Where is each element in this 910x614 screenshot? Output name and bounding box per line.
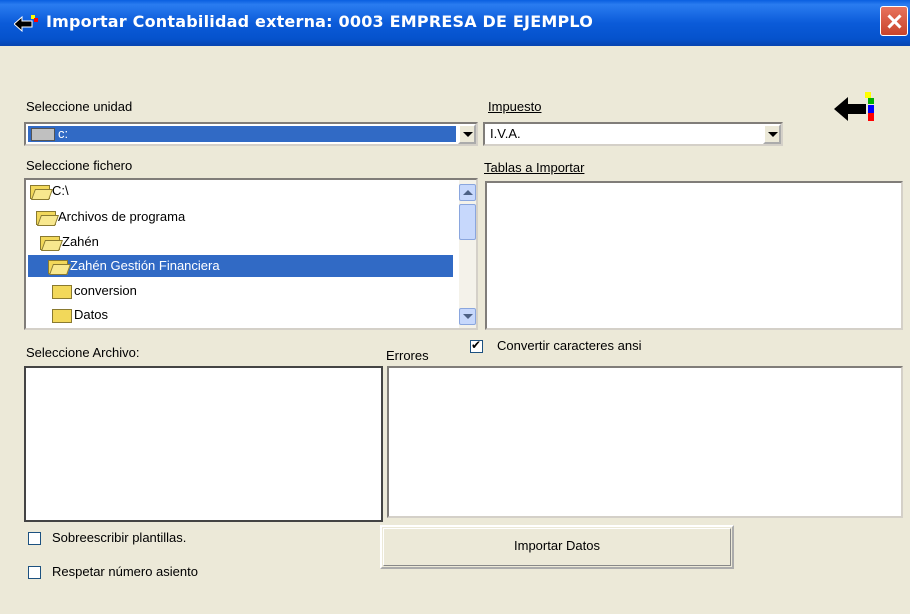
sobreescribir-checkbox[interactable] [28,532,41,545]
title-bar: Importar Contabilidad externa: 0003 EMPR… [0,0,910,46]
tree-item-zahen[interactable]: Zahén [40,231,99,253]
folder-open-icon [40,235,60,250]
unidad-dropdown-arrow[interactable] [458,124,476,144]
unidad-value: c: [58,126,69,141]
errores-textarea[interactable] [387,366,903,518]
tree-item-conversion[interactable]: conversion [52,280,137,302]
sobreescribir-label: Sobreescribir plantillas. [52,530,187,545]
tree-item-root[interactable]: C:\ [30,180,69,202]
folder-icon [52,308,72,323]
folder-open-icon [36,210,56,225]
unidad-selected: c: [28,126,456,142]
convertir-label: Convertir caracteres ansi [497,338,642,353]
tree-item-label: conversion [74,283,137,298]
tree-item-label: C:\ [52,183,69,198]
tree-item-zahen-gestion-selected[interactable]: Zahén Gestión Financiera [28,255,453,277]
tree-item-archivos[interactable]: Archivos de programa [36,206,185,228]
respetar-checkbox[interactable] [28,566,41,579]
impuesto-value: I.V.A. [490,126,521,141]
unidad-dropdown[interactable]: c: [24,122,478,146]
folder-icon [52,284,72,299]
folder-open-icon [48,259,68,274]
archivo-list[interactable] [24,366,383,522]
scroll-down-button[interactable] [459,308,476,325]
tree-item-label: Zahén Gestión Financiera [70,258,220,273]
unidad-label: Seleccione unidad [26,99,133,114]
scroll-up-button[interactable] [459,184,476,201]
importar-datos-button[interactable]: Importar Datos [380,525,734,569]
window-title: Importar Contabilidad externa: 0003 EMPR… [46,12,594,31]
tablas-label-text: Tablas a Importar [484,160,585,175]
impuesto-label: Impuesto [488,99,541,114]
scroll-thumb[interactable] [459,204,476,240]
fichero-scrollbar[interactable] [459,180,476,328]
tree-item-datos[interactable]: Datos [52,304,108,326]
folder-open-icon [30,184,50,199]
tree-item-label: Zahén [62,234,99,249]
errores-label: Errores [386,348,429,363]
import-arrow-icon [14,15,38,32]
convertir-checkbox[interactable] [470,338,483,353]
drive-icon [31,128,55,142]
tablas-label: Tablas a Importar [484,160,584,175]
impuesto-dropdown-arrow[interactable] [763,124,781,144]
impuesto-dropdown[interactable]: I.V.A. [483,122,783,146]
archivo-label: Seleccione Archivo: [26,345,140,360]
tree-item-label: Archivos de programa [58,209,186,224]
impuesto-label-text: Impuesto [488,99,542,114]
tablas-list[interactable] [485,181,903,330]
fichero-label: Seleccione fichero [26,158,133,173]
close-button[interactable] [880,6,908,36]
fichero-tree[interactable]: C:\ Archivos de programa Zahén Zahén Ges… [24,178,478,330]
import-logo-icon [834,92,874,121]
respetar-label: Respetar número asiento [52,564,198,579]
tree-item-label: Datos [74,307,108,322]
